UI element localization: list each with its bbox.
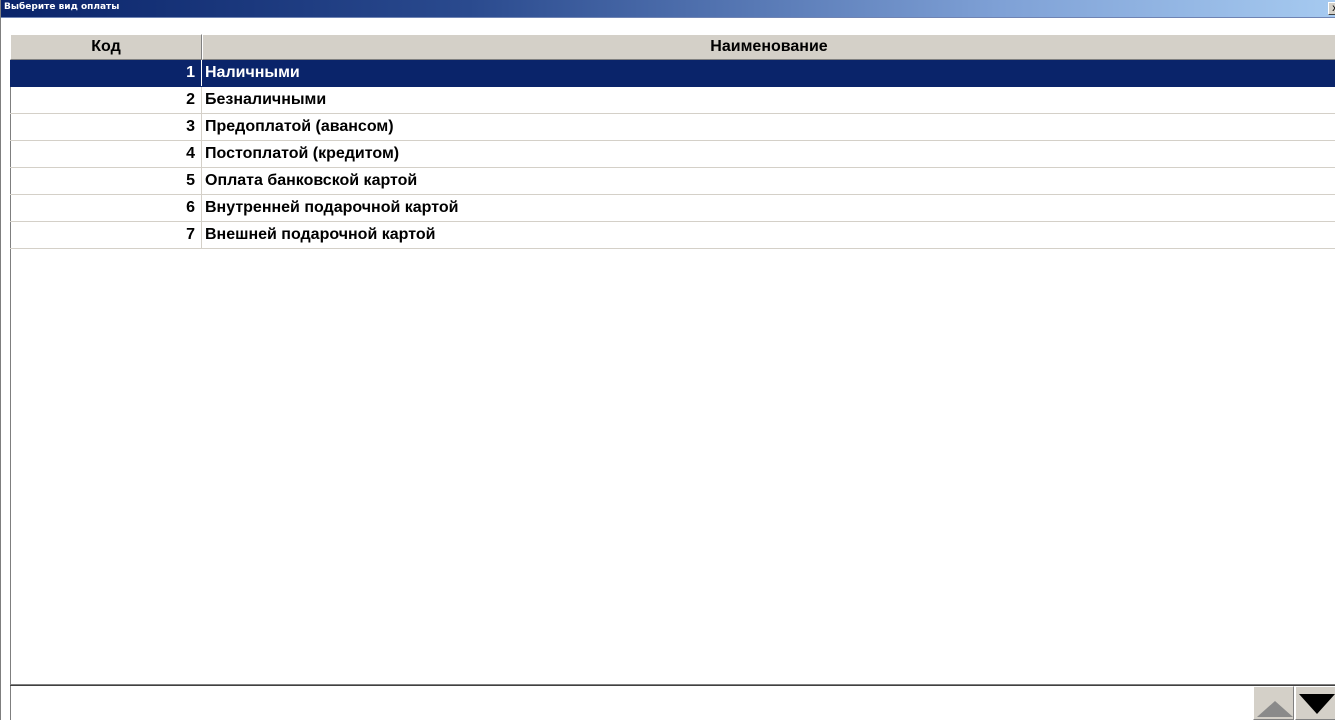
cell-code: 1 xyxy=(10,60,202,86)
table-row[interactable]: 3 Предоплатой (авансом) xyxy=(10,114,1335,141)
title-bar[interactable]: Выберите вид оплаты x xyxy=(1,0,1335,18)
cell-name: Предоплатой (авансом) xyxy=(205,118,394,135)
payment-type-dialog: Выберите вид оплаты x Код Наименование 1… xyxy=(0,0,1335,720)
table-row[interactable]: 2 Безналичными xyxy=(10,87,1335,114)
table-row[interactable]: 5 Оплата банковской картой xyxy=(10,168,1335,195)
cell-name: Наличными xyxy=(205,64,300,81)
grid-body: 1 Наличными 2 Безналичными 3 Предоплатой… xyxy=(10,60,1335,249)
table-row[interactable]: 7 Внешней подарочной картой xyxy=(10,222,1335,249)
window-title: Выберите вид оплаты xyxy=(4,2,120,12)
column-header-code[interactable]: Код xyxy=(10,34,202,60)
cell-name: Постоплатой (кредитом) xyxy=(205,145,400,162)
scroll-up-button[interactable] xyxy=(1253,686,1294,720)
cell-code: 7 xyxy=(10,222,202,248)
grid-header: Код Наименование xyxy=(10,34,1335,60)
triangle-up-icon xyxy=(1257,701,1293,717)
cell-code: 4 xyxy=(10,141,202,167)
cell-name: Внешней подарочной картой xyxy=(205,226,436,243)
cell-name: Внутренней подарочной картой xyxy=(205,199,459,216)
cell-code: 5 xyxy=(10,168,202,194)
table-row[interactable]: 1 Наличными xyxy=(10,60,1335,87)
cell-code: 2 xyxy=(10,87,202,113)
table-row[interactable]: 6 Внутренней подарочной картой xyxy=(10,195,1335,222)
cell-code: 3 xyxy=(10,114,202,140)
scroll-down-button[interactable] xyxy=(1295,686,1335,720)
cell-name: Оплата банковской картой xyxy=(205,172,418,189)
triangle-down-icon xyxy=(1299,694,1335,714)
cell-name: Безналичными xyxy=(205,91,327,108)
cell-code: 6 xyxy=(10,195,202,221)
status-bar xyxy=(10,686,1335,720)
column-header-name[interactable]: Наименование xyxy=(202,34,1335,60)
table-row[interactable]: 4 Постоплатой (кредитом) xyxy=(10,141,1335,168)
close-button[interactable]: x xyxy=(1328,2,1335,15)
